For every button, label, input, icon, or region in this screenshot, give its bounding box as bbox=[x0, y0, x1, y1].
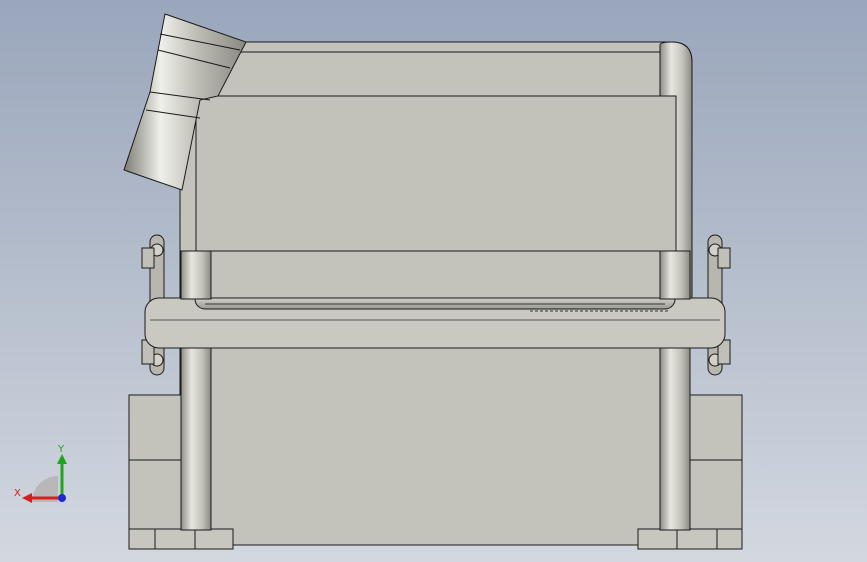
graphics-viewport[interactable]: Y X bbox=[0, 0, 867, 562]
coordinate-triad: Y X bbox=[14, 444, 67, 503]
base-side-block-right[interactable] bbox=[689, 394, 743, 531]
hood-post-right bbox=[659, 250, 691, 300]
mounting-foot-right[interactable] bbox=[637, 528, 743, 550]
mounting-foot-left[interactable] bbox=[128, 528, 234, 550]
guide-post-left[interactable] bbox=[180, 339, 212, 531]
guide-post-right[interactable] bbox=[659, 339, 691, 531]
z-axis-dot bbox=[58, 494, 66, 502]
base-side-block-left[interactable] bbox=[128, 394, 182, 531]
y-axis-label: Y bbox=[57, 444, 65, 455]
label-panel bbox=[195, 95, 677, 252]
x-axis-label: X bbox=[14, 488, 21, 499]
connector-housing-model[interactable] bbox=[0, 0, 867, 562]
hood-post-left bbox=[180, 250, 212, 300]
base-housing[interactable] bbox=[179, 344, 691, 546]
